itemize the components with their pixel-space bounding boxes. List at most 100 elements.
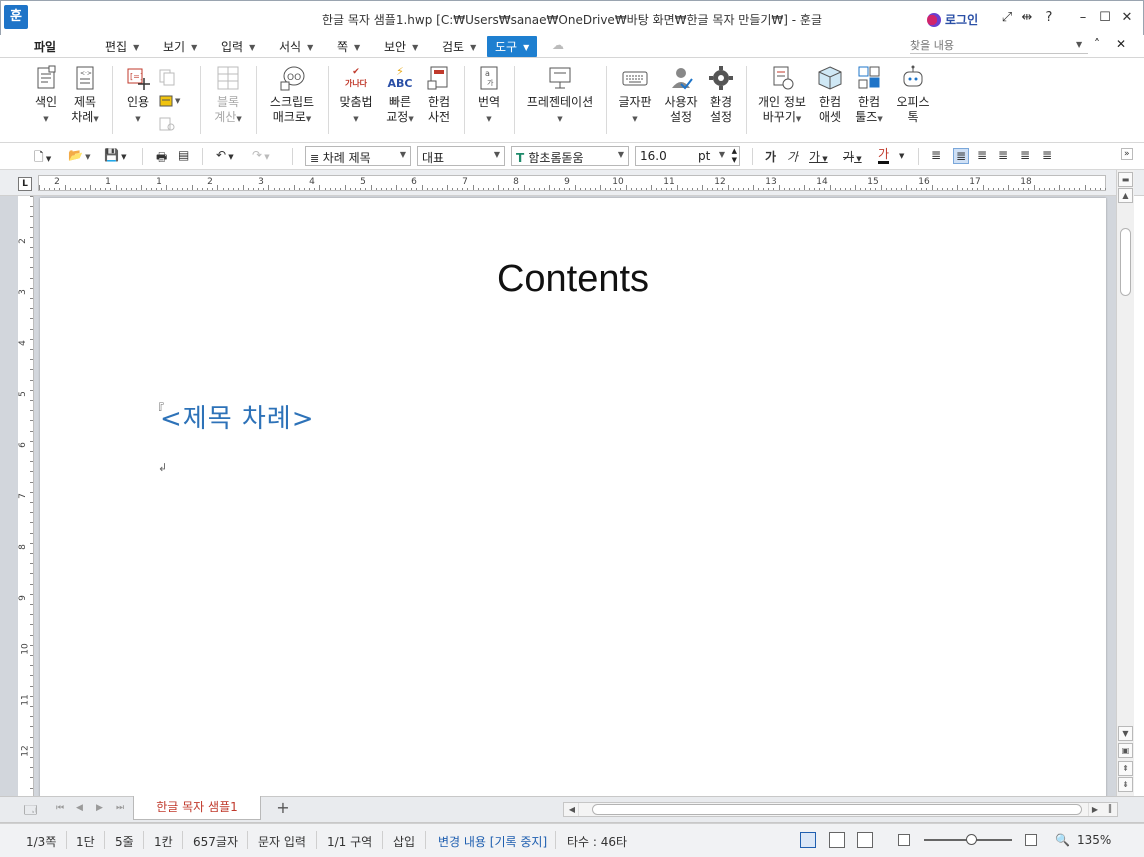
cloud-icon[interactable]: ☁: [552, 38, 564, 52]
redo-icon[interactable]: ↷ ▼: [252, 148, 270, 162]
tab-list-icon[interactable]: 🗔: [24, 801, 37, 822]
page-view-icon[interactable]: [857, 832, 873, 848]
scroll-left-button[interactable]: ◀: [566, 803, 579, 816]
scroll-up-button[interactable]: ▲: [1118, 188, 1133, 203]
open-folder-icon[interactable]: 📂 ▼: [68, 148, 91, 162]
language-select[interactable]: 대표 ▼: [417, 146, 505, 166]
menu-security[interactable]: 보안 ▼: [384, 38, 418, 55]
fullscreen-icon[interactable]: ⤢: [997, 9, 1017, 27]
citation-button[interactable]: [=] 인용 ▼: [122, 64, 154, 127]
prev-page-button[interactable]: ⇞: [1118, 761, 1133, 776]
index-button[interactable]: 색인 ▼: [30, 64, 62, 127]
vertical-ruler[interactable]: 2 3 4 5 6 7 8 9 10 11 12: [18, 196, 34, 796]
underline-button[interactable]: 가 ▼: [809, 148, 828, 165]
align-justify-icon[interactable]: ≣: [931, 148, 941, 162]
block-calc-button[interactable]: 블록 계산▼: [212, 64, 244, 127]
prev-tab-button[interactable]: ◀: [76, 803, 83, 813]
font-select[interactable]: T 함초롬돋움 ▼: [511, 146, 629, 166]
translate-button[interactable]: a가 번역 ▼: [472, 64, 506, 127]
align-distribute-icon[interactable]: ≣: [1020, 148, 1030, 162]
style-select[interactable]: ≣ 차례 제목 ▼: [305, 146, 411, 166]
keyboard-button[interactable]: 글자판 ▼: [616, 64, 654, 127]
align-divide-icon[interactable]: ≣: [1042, 148, 1052, 162]
hancom-tools-button[interactable]: 한컴 툴즈▼: [852, 64, 886, 127]
personal-info-button[interactable]: 개인 정보 바꾸기▼: [756, 64, 808, 127]
print-preview-icon[interactable]: ▤: [178, 148, 189, 162]
align-left-icon[interactable]: ≣: [953, 148, 970, 164]
status-insert-mode[interactable]: 삽입: [393, 833, 415, 850]
status-char-count[interactable]: 657글자: [193, 833, 238, 850]
menu-edit[interactable]: 편집 ▼: [105, 38, 139, 55]
user-settings-button[interactable]: 사용자 설정: [662, 64, 700, 125]
menu-page[interactable]: 쪽 ▼: [337, 38, 360, 55]
zoom-slider-knob[interactable]: [966, 834, 977, 845]
zoom-search-icon[interactable]: 🔍: [1055, 833, 1070, 847]
zoom-in-icon[interactable]: [1025, 834, 1037, 846]
first-tab-button[interactable]: ⏮: [56, 803, 64, 813]
width-view-icon[interactable]: [829, 832, 845, 848]
dictionary-button[interactable]: 한컴 사전: [422, 64, 456, 125]
split-view-icon[interactable]: ⇹: [1017, 9, 1037, 27]
close-button[interactable]: ✕: [1117, 9, 1137, 27]
cross-ref-button[interactable]: [158, 116, 176, 136]
find-dropdown-icon[interactable]: ▼: [1076, 40, 1082, 49]
minimize-button[interactable]: –: [1073, 9, 1093, 27]
spellcheck-button[interactable]: ✔ 가나다 맞춤법 ▼: [336, 64, 376, 127]
menu-view[interactable]: 보기 ▼: [163, 38, 197, 55]
document-heading[interactable]: Contents: [40, 258, 1106, 301]
office-talk-button[interactable]: 오피스 톡: [893, 64, 933, 125]
next-tab-button[interactable]: ▶: [96, 803, 103, 813]
add-tab-button[interactable]: +: [272, 800, 294, 818]
presentation-button[interactable]: 프레젠테이션 ▼: [524, 64, 596, 127]
toc-field[interactable]: <제목 차례>: [160, 398, 315, 435]
strike-button[interactable]: 가 ▼: [843, 148, 862, 165]
horizontal-ruler[interactable]: 2 1 1 2 3 4 5 6 7 8 9 10 11 12 13 14 15 16 17 18: [38, 175, 1106, 191]
normal-view-icon[interactable]: [800, 832, 816, 848]
vertical-scrollbar[interactable]: ▬ ▲ ▼ ▣ ⇞ ⇟: [1116, 170, 1134, 796]
document-page[interactable]: Contents 『 <제목 차례> ↲: [40, 198, 1106, 796]
ribbon-collapse-icon[interactable]: ˄: [1094, 37, 1100, 51]
align-center-icon[interactable]: ≣: [977, 148, 987, 162]
scroll-down-button[interactable]: ▼: [1118, 726, 1133, 741]
next-page-button[interactable]: ⇟: [1118, 777, 1133, 792]
print-icon[interactable]: 🖶: [156, 148, 167, 169]
find-input[interactable]: [910, 38, 1088, 54]
help-icon[interactable]: ?: [1039, 9, 1059, 27]
save-icon[interactable]: 💾 ▼: [104, 148, 127, 162]
hancom-asset-button[interactable]: 한컴 애셋: [814, 64, 846, 125]
menu-tools[interactable]: 도구 ▼: [487, 36, 538, 57]
font-color-dropdown-icon[interactable]: ▼: [899, 152, 904, 160]
copy-format-button[interactable]: [158, 68, 176, 90]
tab-type-selector[interactable]: L: [18, 177, 32, 191]
new-doc-icon[interactable]: 🗋 ▼: [34, 148, 51, 169]
menu-file[interactable]: 파일: [34, 38, 56, 55]
paste-format-button[interactable]: ▼: [158, 92, 184, 114]
quick-correct-button[interactable]: ⚡ ABC 빠른 교정▼: [384, 64, 416, 127]
status-track-changes[interactable]: 변경 내용 [기록 중지]: [438, 833, 547, 850]
menu-insert[interactable]: 입력 ▼: [221, 38, 255, 55]
font-size-field[interactable]: 16.0 pt ▼ ▲ ▼: [635, 146, 740, 166]
status-page[interactable]: 1/3쪽: [26, 833, 56, 850]
vertical-scroll-thumb[interactable]: [1120, 228, 1131, 296]
menu-review[interactable]: 검토 ▼: [442, 38, 476, 55]
menu-format[interactable]: 서식 ▼: [279, 38, 313, 55]
preferences-button[interactable]: 환경 설정: [704, 64, 738, 125]
italic-button[interactable]: 가: [787, 148, 798, 165]
horizontal-scrollbar[interactable]: ◀ ▶ ‖: [563, 802, 1118, 817]
login-button[interactable]: 로그인: [927, 11, 978, 28]
toolbar-expand-icon[interactable]: »: [1121, 148, 1133, 160]
font-color-button[interactable]: 가: [878, 148, 890, 164]
size-stepper[interactable]: ▲ ▼: [732, 147, 737, 165]
maximize-button[interactable]: ☐: [1095, 9, 1115, 27]
horizontal-scroll-thumb[interactable]: [592, 804, 1082, 815]
split-handle-icon[interactable]: ‖: [1105, 803, 1115, 816]
bold-button[interactable]: 가: [765, 148, 776, 165]
undo-icon[interactable]: ↶ ▼: [216, 148, 234, 162]
doc-close-icon[interactable]: ✕: [1116, 37, 1126, 51]
toc-button[interactable]: <·> 제목 차례▼: [68, 64, 102, 127]
page-view-icon[interactable]: ▣: [1118, 743, 1133, 758]
ruler-toggle-icon[interactable]: ▬: [1118, 172, 1133, 187]
tab-document[interactable]: 한글 목자 샘플1: [133, 796, 261, 820]
last-tab-button[interactable]: ⏭: [116, 803, 124, 813]
zoom-out-icon[interactable]: [898, 834, 910, 846]
